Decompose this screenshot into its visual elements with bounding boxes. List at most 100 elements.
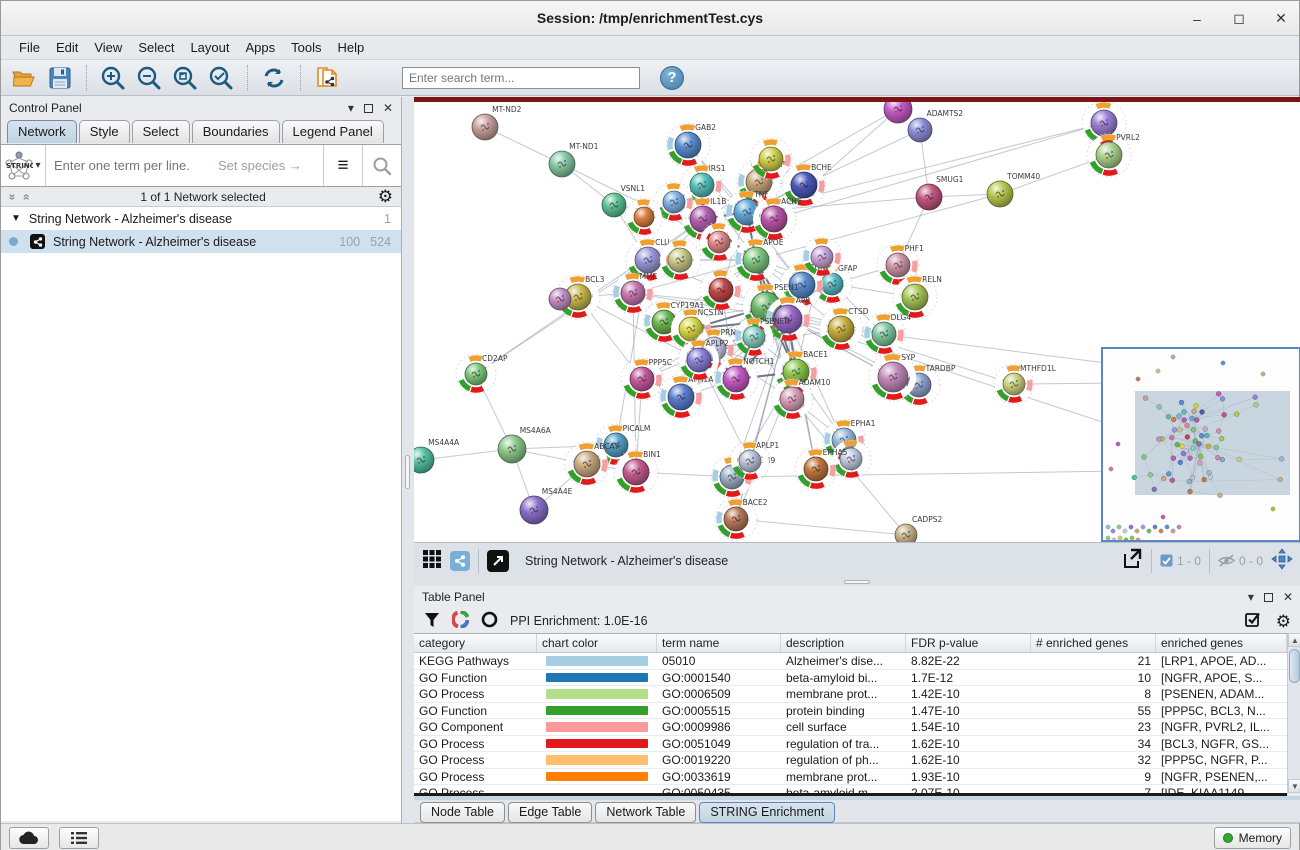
scroll-up-icon[interactable]: ▲ [1288,633,1300,647]
filter-button[interactable] [424,612,440,631]
string-database-selector[interactable]: STRING ▾ [1,145,45,186]
collection-expand-icon[interactable]: ▼ [11,213,21,224]
refresh-button[interactable] [259,64,289,92]
panel-float-icon[interactable] [364,104,373,113]
tab-boundaries[interactable]: Boundaries [192,120,280,143]
graph-node[interactable]: PVRL2 [1087,133,1140,177]
horizontal-splitter[interactable] [414,578,1300,586]
table-row[interactable]: GO Process GO:0033619 membrane prot... 1… [414,769,1287,786]
table-row[interactable]: GO Function GO:0005515 protein binding 1… [414,703,1287,720]
tab-legend-panel[interactable]: Legend Panel [282,120,384,143]
minimize-button[interactable]: – [1189,11,1205,27]
vertical-splitter[interactable] [402,97,414,823]
string-term-input[interactable] [54,158,204,173]
menu-edit[interactable]: Edit [48,38,86,58]
navigate-button[interactable] [1271,548,1293,573]
table-row[interactable]: GO Process GO:0050435 beta-amyloid m... … [414,785,1287,793]
graph-node[interactable]: NOTCH1 [714,357,775,401]
column-header-3[interactable]: description [781,634,906,652]
tab-select[interactable]: Select [132,120,190,143]
tab-edge-table[interactable]: Edge Table [508,802,592,823]
table-vertical-scrollbar[interactable]: ▲ ▼ [1287,633,1300,793]
graph-node[interactable]: CD2AP [456,354,508,394]
menu-layout[interactable]: Layout [182,38,237,58]
graph-node[interactable]: MS4A4A [414,438,460,473]
export-view-button[interactable] [1121,548,1143,573]
graph-node[interactable]: ADAM10 [771,378,831,420]
table-row[interactable]: GO Function GO:0001540 beta-amyloid bi..… [414,670,1287,687]
string-options-button[interactable]: ≡ [324,145,362,186]
network-row[interactable]: String Network - Alzheimer's disease 100… [1,230,401,253]
chart-button[interactable] [452,611,469,631]
set-species-hint[interactable]: Set species → [218,158,302,173]
graph-node[interactable] [625,198,663,236]
maximize-button[interactable]: ◻ [1231,10,1247,27]
ring-button[interactable] [481,611,498,631]
menu-select[interactable]: Select [130,38,182,58]
network-canvas[interactable]: MT-ND2MT-ND1VSNL1GAB2ADAMTS2PVRL2SMUG1TO… [414,97,1300,542]
table-row[interactable]: KEGG Pathways 05010 Alzheimer's dise... … [414,653,1287,670]
graph-node[interactable] [659,239,701,281]
table-row[interactable]: GO Process GO:0019220 regulation of ph..… [414,752,1287,769]
table-settings-gear-icon[interactable]: ⚙ [1276,613,1291,630]
graph-node[interactable]: MT-ND1 [549,142,599,177]
cloud-tasks-button[interactable] [9,827,49,849]
collapse-all-icon[interactable]: » [5,193,19,200]
graph-node[interactable]: ADAMTS2 [908,109,963,142]
column-header-4[interactable]: FDR p-value [906,634,1031,652]
table-row[interactable]: GO Process GO:0006509 membrane prot... 1… [414,686,1287,703]
zoom-fit-button[interactable] [170,64,200,92]
detach-view-button[interactable] [487,550,509,572]
panel-float-icon[interactable] [1264,593,1273,602]
open-session-button[interactable] [9,64,39,92]
zoom-out-button[interactable] [134,64,164,92]
scroll-down-icon[interactable]: ▼ [1288,779,1300,793]
menu-view[interactable]: View [86,38,130,58]
column-header-5[interactable]: # enriched genes [1031,634,1156,652]
network-collection-row[interactable]: ▼ String Network - Alzheimer's disease 1 [1,207,401,230]
panel-menu-icon[interactable]: ▾ [348,101,354,115]
task-history-button[interactable] [59,827,99,849]
graph-node[interactable]: GAB2 [666,123,716,167]
graph-node[interactable]: BACE2 [715,498,768,540]
column-header-1[interactable]: chart color [537,634,657,652]
graph-node[interactable]: MS4A6A [498,426,552,463]
graph-node[interactable]: MT-ND2 [472,105,522,140]
close-button[interactable]: ✕ [1273,10,1289,27]
panel-menu-icon[interactable]: ▾ [1248,590,1254,604]
string-search-button[interactable] [363,145,401,186]
zoom-selected-button[interactable] [206,64,236,92]
select-rows-button[interactable] [1245,611,1262,631]
column-header-0[interactable]: category [414,634,537,652]
tab-string-enrichment[interactable]: STRING Enrichment [699,802,835,823]
menu-apps[interactable]: Apps [238,38,284,58]
network-list-gear-icon[interactable]: ⚙ [378,188,393,205]
table-row[interactable]: GO Component GO:0009986 cell surface 1.5… [414,719,1287,736]
menu-file[interactable]: File [11,38,48,58]
column-header-6[interactable]: enriched genes [1156,634,1287,652]
graph-node[interactable]: BIN1 [614,450,661,494]
tab-network[interactable]: Network [7,120,77,143]
graph-node[interactable]: SMUG1 [916,175,964,210]
tab-network-table[interactable]: Network Table [595,802,696,823]
graph-node[interactable]: TNF [725,190,769,234]
graph-node[interactable] [549,288,571,310]
graph-node[interactable]: CTSD [819,307,869,351]
expand-all-icon[interactable]: » [18,193,32,200]
birdseye-minimap[interactable] [1101,347,1300,542]
string-view-button[interactable] [450,551,470,571]
graph-node[interactable]: CADPS2 [895,515,942,542]
graph-node[interactable] [700,269,742,311]
graph-node[interactable]: APH1A [659,375,714,419]
grid-mode-button[interactable] [422,549,442,572]
zoom-in-button[interactable] [98,64,128,92]
search-input[interactable] [402,67,640,89]
menu-help[interactable]: Help [330,38,373,58]
network-from-file-button[interactable] [312,64,342,92]
scrollbar-thumb[interactable] [1289,649,1300,683]
tab-node-table[interactable]: Node Table [420,802,505,823]
help-button[interactable]: ? [660,66,684,90]
panel-close-icon[interactable]: ✕ [1283,590,1293,604]
tab-style[interactable]: Style [79,120,130,143]
memory-button[interactable]: Memory [1214,827,1291,849]
